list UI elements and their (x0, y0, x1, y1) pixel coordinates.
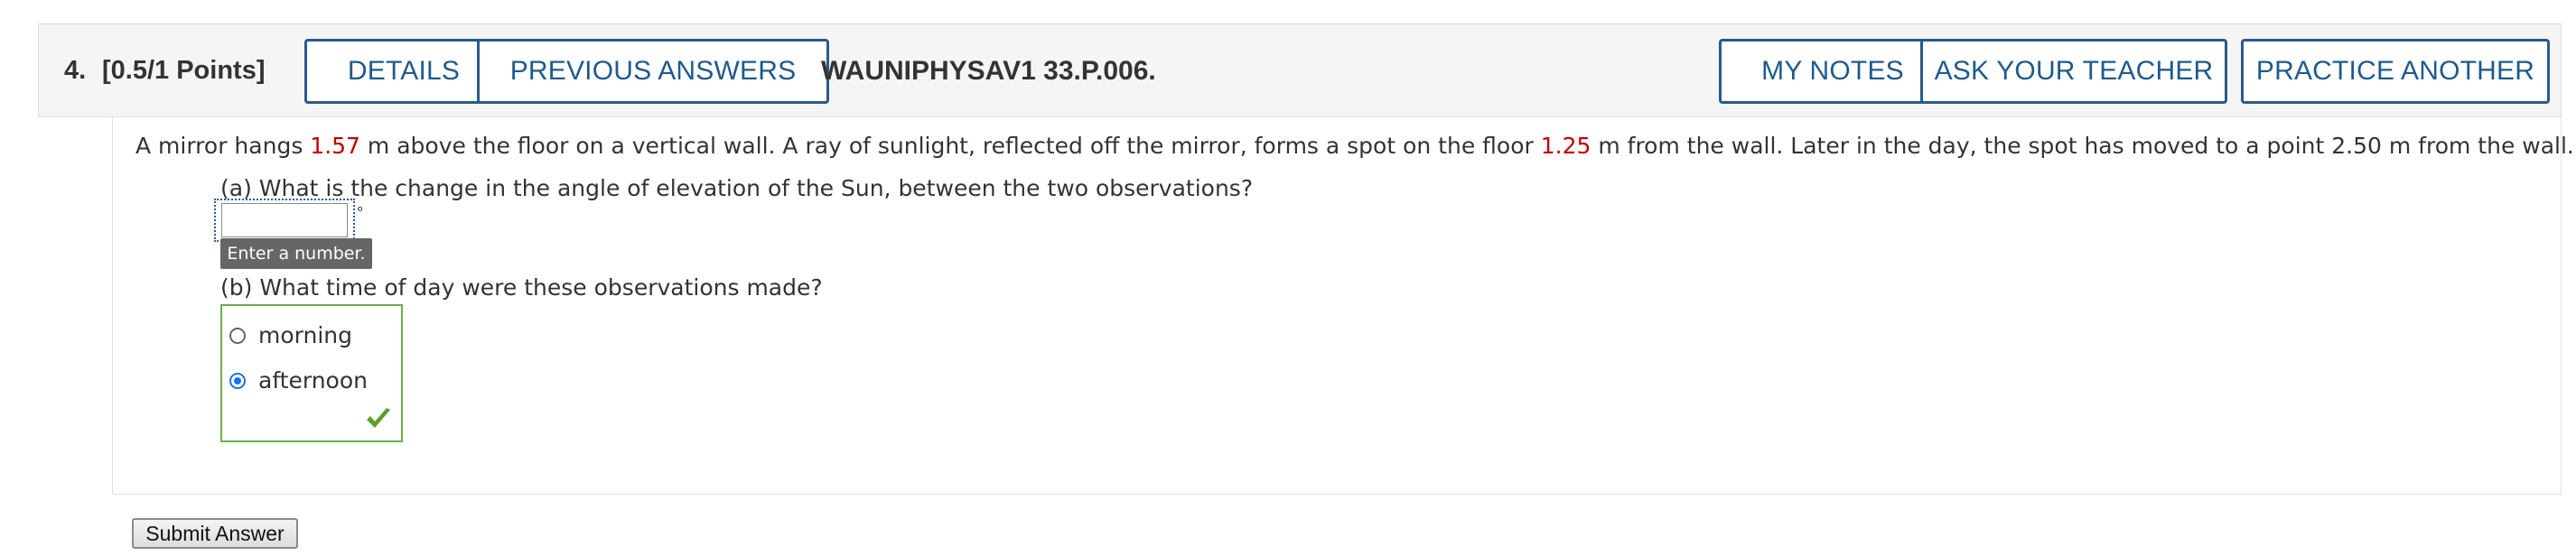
input-tooltip: Enter a number. (220, 238, 372, 269)
mirror-height-value: 1.57 (310, 133, 360, 159)
choice-label: afternoon (258, 367, 368, 394)
part-a-question: (a) What is the change in the angle of e… (220, 175, 1254, 201)
spot-distance-value: 1.25 (1540, 133, 1591, 159)
details-button[interactable]: DETAILS (304, 39, 503, 104)
submit-answer-button[interactable]: Submit Answer (132, 518, 298, 549)
question-body (112, 117, 2562, 495)
problem-text: A mirror hangs (135, 133, 311, 159)
assignment-code: WAUNIPHYSAV1 33.P.006. (821, 56, 1156, 86)
radio-morning[interactable] (229, 327, 246, 344)
choice-morning[interactable]: morning (229, 322, 352, 348)
ask-teacher-button[interactable]: ASK YOUR TEACHER (1920, 39, 2227, 104)
my-notes-button[interactable]: MY NOTES (1719, 39, 1946, 104)
choice-label: morning (258, 322, 352, 348)
degree-unit: ° (357, 204, 364, 222)
practice-another-button[interactable]: PRACTICE ANOTHER (2241, 39, 2550, 104)
radio-afternoon[interactable] (229, 372, 246, 389)
checkmark-icon (367, 408, 390, 428)
question-number: 4. (64, 56, 87, 85)
question-header: 4. [0.5/1 Points] DETAILS PREVIOUS ANSWE… (38, 23, 2562, 117)
part-b-choices: morning afternoon (220, 304, 403, 442)
question-points: [0.5/1 Points] (102, 56, 266, 85)
problem-text: m from the wall. Later in the day, the s… (1591, 133, 2574, 159)
part-b-question: (b) What time of day were these observat… (220, 274, 823, 301)
previous-answers-button[interactable]: PREVIOUS ANSWERS (477, 39, 829, 104)
choice-afternoon[interactable]: afternoon (229, 367, 368, 394)
part-a-answer-input[interactable] (221, 203, 348, 237)
problem-text: m above the floor on a vertical wall. A … (359, 133, 1541, 159)
problem-statement: A mirror hangs 1.57 m above the floor on… (135, 133, 2574, 159)
